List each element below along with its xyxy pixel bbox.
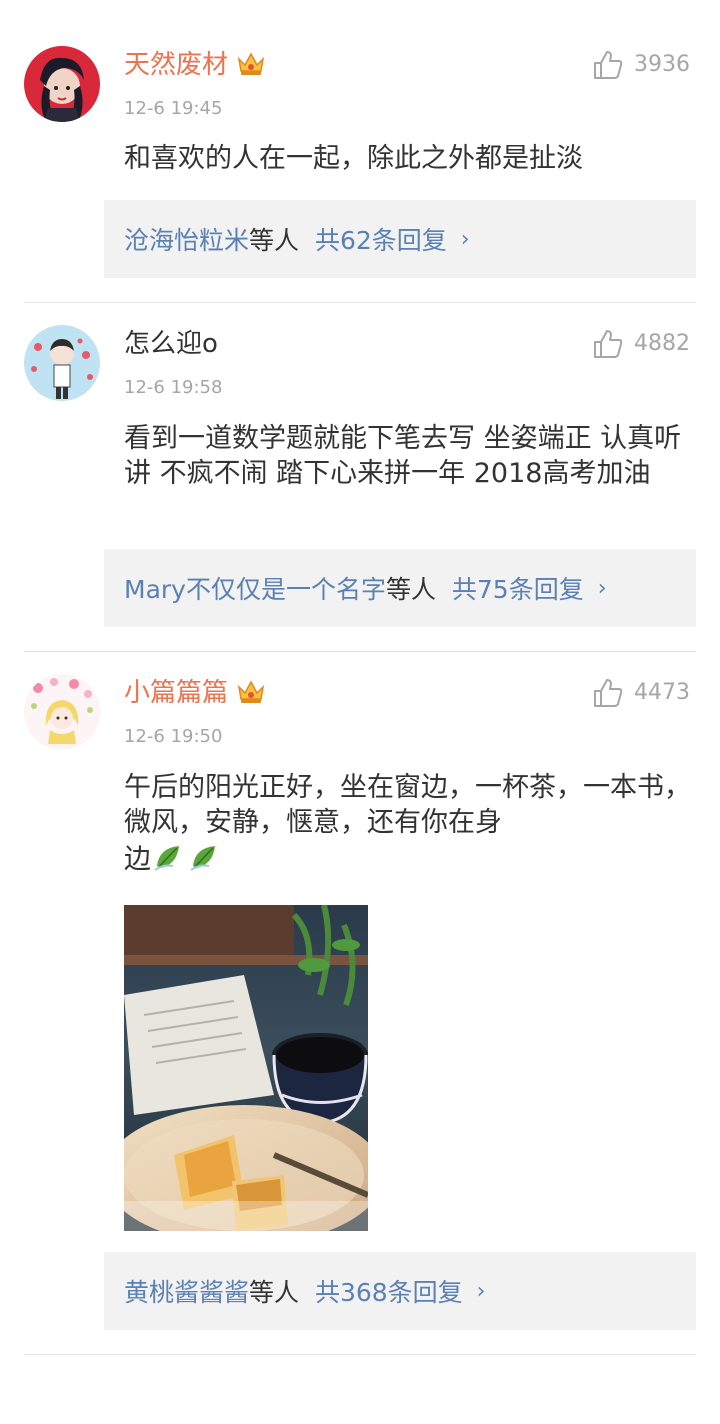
username-text[interactable]: 小篇篇篇 (124, 678, 228, 708)
divider (24, 302, 696, 303)
avatar-image (24, 674, 100, 750)
like-button[interactable]: 4473 (592, 677, 690, 709)
reply-user-names[interactable]: 黄桃酱酱酱 (124, 1273, 249, 1309)
vip-crown-icon (237, 52, 265, 75)
username[interactable]: 小篇篇篇 (124, 676, 266, 710)
reply-user-names[interactable]: 沧海怡粒米 (124, 221, 249, 257)
avatar[interactable] (24, 325, 100, 401)
reply-suffix: 等人 (249, 1278, 300, 1307)
comment-time: 12-6 19:50 (124, 726, 223, 747)
avatar-image (24, 46, 100, 122)
reply-count[interactable]: 共368条回复 (315, 1273, 463, 1309)
chevron-right-icon: › (597, 575, 607, 601)
chevron-right-icon: › (476, 1278, 486, 1304)
avatar[interactable] (24, 674, 100, 750)
reply-suffix: 等人 (385, 575, 436, 604)
leaf-emoji (154, 846, 215, 871)
reply-count[interactable]: 共62条回复 (315, 221, 447, 257)
like-button[interactable]: 4882 (592, 328, 690, 360)
thumbs-up-icon (594, 679, 623, 707)
username-text[interactable]: 天然废材 (124, 50, 228, 80)
comment-text: 和喜欢的人在一起，除此之外都是扯淡 (124, 143, 583, 174)
comment-time: 12-6 19:45 (124, 98, 223, 119)
username-text[interactable]: 怎么迎o (124, 329, 218, 359)
divider (24, 651, 696, 652)
avatar-image (24, 325, 100, 401)
like-count: 4473 (634, 680, 690, 705)
photo-image (124, 905, 368, 1231)
comment-photo[interactable] (124, 905, 368, 1231)
username[interactable]: 怎么迎o (124, 327, 218, 361)
comment-time: 12-6 19:58 (124, 377, 223, 398)
like-button[interactable]: 3936 (592, 49, 690, 81)
reply-count[interactable]: 共75条回复 (452, 570, 584, 606)
replies-link[interactable]: 沧海怡粒米 等人 共62条回复 › (104, 200, 696, 278)
comment-text: 午后的阳光正好，坐在窗边，一杯茶，一本书，微风，安静，惬意，还有你在身 边 (124, 770, 694, 877)
comment-text-line: 午后的阳光正好，坐在窗边，一杯茶，一本书，微风，安静，惬意，还有你在身 (124, 772, 691, 838)
avatar[interactable] (24, 46, 100, 122)
like-count: 4882 (634, 331, 690, 356)
thumbs-up-icon (594, 51, 623, 79)
divider (24, 1354, 696, 1355)
chevron-right-icon: › (460, 226, 470, 252)
reply-suffix: 等人 (249, 226, 300, 255)
like-count: 3936 (634, 52, 690, 77)
replies-link[interactable]: Mary不仅仅是一个名字 等人 共75条回复 › (104, 549, 696, 627)
thumbs-up-icon (594, 330, 623, 358)
replies-link[interactable]: 黄桃酱酱酱 等人 共368条回复 › (104, 1252, 696, 1330)
comment-text-line: 边 (124, 840, 694, 877)
comment-text: 看到一道数学题就能下笔去写 坐姿端正 认真听讲 不疯不闹 踏下心来拼一年 201… (124, 423, 682, 489)
username[interactable]: 天然废材 (124, 48, 266, 82)
reply-user-names[interactable]: Mary不仅仅是一个名字 (124, 570, 386, 606)
vip-crown-icon (237, 680, 265, 703)
